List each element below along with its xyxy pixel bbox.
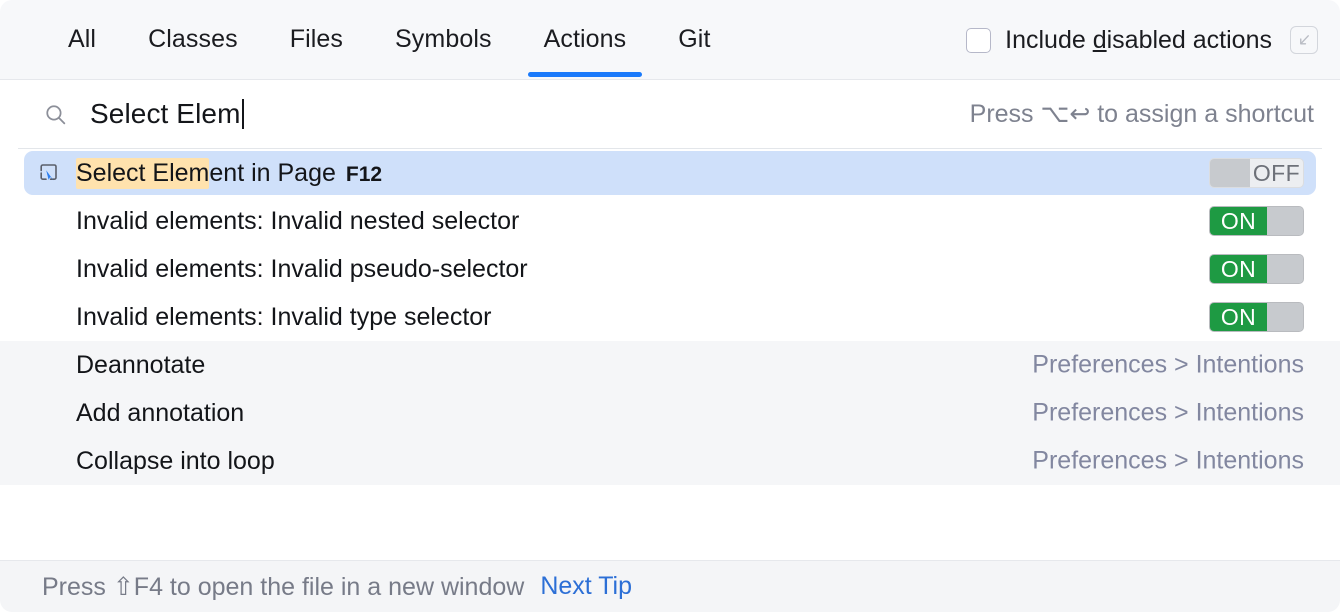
row-content: Add annotation Preferences > Intentions [24,391,1316,435]
toggle-knob [1267,255,1303,283]
tab-all-label: All [68,25,97,53]
assign-shortcut-hint: Press ⌥↩ to assign a shortcut [969,100,1314,128]
dialog-header: All Classes Files Symbols Actions Git In… [0,0,1340,80]
checkbox-label-before: Include [1005,25,1093,54]
result-row-select-element-in-page[interactable]: Select Elem ent in Page F12 OFF [0,149,1340,197]
toggle-knob [1267,303,1303,331]
result-row-add-annotation[interactable]: Add annotation Preferences > Intentions [0,389,1340,437]
result-label: Collapse into loop [76,447,275,476]
row-right-controls: ON [1209,206,1304,236]
row-right-controls: Preferences > Intentions [1032,351,1304,380]
shortcut-badge: F12 [345,162,383,186]
checkbox-box[interactable] [966,27,992,53]
result-label: Select Elem ent in Page F12 [76,157,383,189]
result-path: Preferences > Intentions [1032,398,1304,427]
arrow-down-left-icon[interactable] [1290,26,1318,54]
footer-tip-text: Press ⇧F4 to open the file in a new wind… [42,572,525,601]
result-label: Invalid elements: Invalid nested selecto… [76,207,519,236]
row-icon-placeholder [36,448,62,474]
search-icon [42,101,68,127]
select-element-cursor-icon [36,160,62,186]
row-content: Invalid elements: Invalid nested selecto… [24,199,1316,243]
row-content: Collapse into loop Preferences > Intenti… [24,439,1316,483]
tab-files[interactable]: Files [264,0,369,79]
tab-files-label: Files [289,25,344,53]
toggle-switch-off[interactable]: OFF [1209,158,1304,188]
tab-git[interactable]: Git [652,0,736,79]
results-list: Select Elem ent in Page F12 OFF Invalid el… [0,149,1340,485]
match-highlight: Select Elem [76,157,210,189]
tab-bar: All Classes Files Symbols Actions Git [0,0,737,79]
checkbox-label-after: isabled actions [1106,25,1272,54]
row-right-controls: ON [1209,254,1304,284]
select-element-cursor-glyph [40,164,57,181]
label-rest: Invalid elements: Invalid type selector [76,302,492,331]
text-caret [241,99,244,129]
toggle-switch-on[interactable]: ON [1209,254,1304,284]
label-rest: Deannotate [76,350,206,379]
label-rest: ent in Page [209,158,336,187]
next-tip-link[interactable]: Next Tip [540,572,632,601]
include-disabled-actions-label: Include disabled actions [1005,26,1272,55]
tab-symbols[interactable]: Symbols [369,0,518,79]
checkbox-label-mnemonic: d [1092,25,1107,54]
result-label: Invalid elements: Invalid type selector [76,303,492,332]
result-row-invalid-pseudo-selector[interactable]: Invalid elements: Invalid pseudo-selecto… [0,245,1340,293]
row-icon-placeholder [36,304,62,330]
tab-symbols-label: Symbols [395,25,492,53]
toggle-knob [1267,207,1303,235]
result-label: Invalid elements: Invalid pseudo-selecto… [76,255,528,284]
row-icon-placeholder [36,256,62,282]
toggle-label: ON [1210,303,1267,331]
row-content: Select Elem ent in Page F12 OFF [24,151,1316,195]
result-path: Preferences > Intentions [1032,350,1304,379]
search-row[interactable]: Select Elem Press ⌥↩ to assign a shortcu… [0,80,1340,148]
tab-classes[interactable]: Classes [122,0,264,79]
label-rest: Invalid elements: Invalid nested selecto… [76,206,520,235]
search-input[interactable]: Select Elem [90,98,244,130]
tab-all[interactable]: All [42,0,122,79]
search-glyph [45,104,65,124]
header-right-controls: Include disabled actions [966,0,1318,80]
tab-git-label: Git [678,25,711,53]
include-disabled-actions-checkbox[interactable]: Include disabled actions [966,26,1272,55]
row-right-controls: Preferences > Intentions [1032,447,1304,476]
label-rest: Collapse into loop [76,446,275,475]
row-right-controls: Preferences > Intentions [1032,399,1304,428]
tab-classes-label: Classes [148,25,238,53]
footer-tip-bar: Press ⇧F4 to open the file in a new wind… [0,560,1340,612]
row-content: Invalid elements: Invalid pseudo-selecto… [24,247,1316,291]
search-everywhere-dialog: All Classes Files Symbols Actions Git In… [0,0,1340,612]
row-icon-placeholder [36,208,62,234]
row-content: Deannotate Preferences > Intentions [24,343,1316,387]
toggle-label: ON [1210,255,1267,283]
label-rest: Add annotation [76,398,245,427]
arrow-down-left-glyph [1299,34,1309,44]
tab-actions[interactable]: Actions [518,0,653,79]
tab-actions-label: Actions [543,25,627,53]
label-rest: Invalid elements: Invalid pseudo-selecto… [76,254,528,283]
result-row-invalid-type-selector[interactable]: Invalid elements: Invalid type selector … [0,293,1340,341]
toggle-switch-on[interactable]: ON [1209,302,1304,332]
row-content: Invalid elements: Invalid type selector … [24,295,1316,339]
row-right-controls: ON [1209,302,1304,332]
intentions-group: Deannotate Preferences > Intentions Add … [0,341,1340,485]
result-label: Deannotate [76,351,205,380]
result-row-invalid-nested-selector[interactable]: Invalid elements: Invalid nested selecto… [0,197,1340,245]
search-input-value: Select Elem [90,98,241,129]
row-right-controls: OFF [1209,158,1304,188]
result-row-collapse-into-loop[interactable]: Collapse into loop Preferences > Intenti… [0,437,1340,485]
result-row-deannotate[interactable]: Deannotate Preferences > Intentions [0,341,1340,389]
result-path: Preferences > Intentions [1032,446,1304,475]
row-icon-placeholder [36,400,62,426]
toggle-label: ON [1210,207,1267,235]
row-icon-placeholder [36,352,62,378]
toggle-switch-on[interactable]: ON [1209,206,1304,236]
result-label: Add annotation [76,399,244,428]
toggle-knob [1210,159,1250,187]
toggle-label: OFF [1252,159,1301,186]
